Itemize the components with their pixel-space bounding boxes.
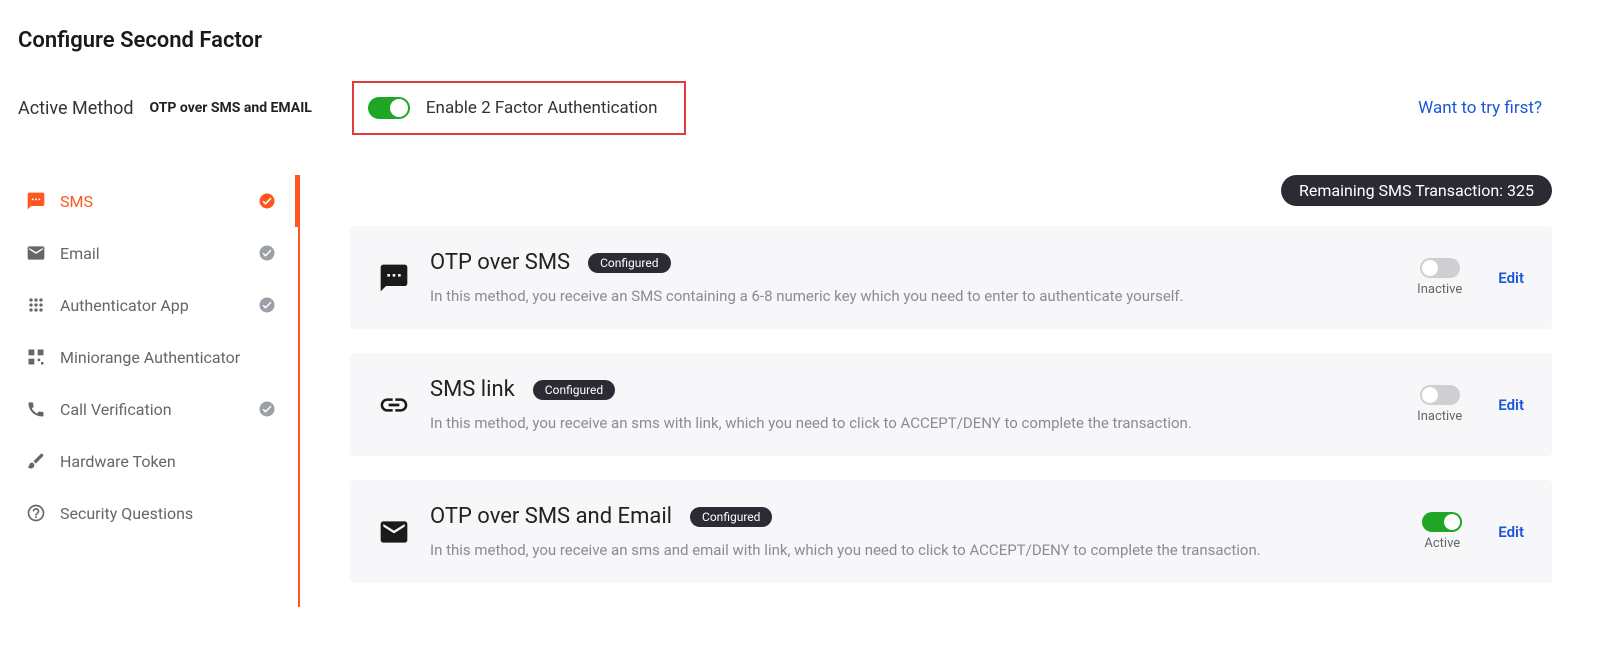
- sidebar-item-hardware[interactable]: Hardware Token: [0, 435, 288, 487]
- sidebar-item-label: Call Verification: [60, 400, 172, 419]
- sidebar-item-call[interactable]: Call Verification: [0, 383, 288, 435]
- enable-2fa-toggle[interactable]: [368, 97, 410, 119]
- card-description: In this method, you receive an SMS conta…: [430, 287, 1389, 305]
- sidebar-item-sms[interactable]: SMS: [0, 175, 288, 227]
- sidebar-item-email[interactable]: Email: [0, 227, 288, 279]
- configured-badge: Configured: [533, 380, 615, 400]
- configured-badge: Configured: [690, 507, 772, 527]
- sidebar-item-security-questions[interactable]: Security Questions: [0, 487, 288, 539]
- main-content: Remaining SMS Transaction: 325 OTP over …: [300, 175, 1602, 607]
- sidebar-item-authenticator-app[interactable]: Authenticator App: [0, 279, 288, 331]
- method-toggle[interactable]: [1420, 385, 1460, 405]
- sidebar-item-miniorange[interactable]: Miniorange Authenticator: [0, 331, 288, 383]
- check-icon: [258, 400, 276, 418]
- active-method-label: Active Method: [18, 98, 134, 119]
- method-toggle[interactable]: [1420, 258, 1460, 278]
- sidebar-item-label: Security Questions: [60, 504, 193, 523]
- card-description: In this method, you receive an sms with …: [430, 414, 1389, 432]
- toggle-status: Inactive: [1417, 282, 1462, 297]
- check-icon: [258, 244, 276, 262]
- method-card-sms-link: SMS link Configured In this method, you …: [350, 353, 1552, 456]
- toggle-status: Inactive: [1417, 409, 1462, 424]
- sidebar-item-label: Authenticator App: [60, 296, 189, 315]
- apps-icon: [26, 295, 46, 315]
- sidebar-item-label: Miniorange Authenticator: [60, 348, 240, 367]
- link-icon: [378, 389, 410, 421]
- edit-link[interactable]: Edit: [1498, 396, 1524, 414]
- remaining-sms-badge: Remaining SMS Transaction: 325: [1281, 175, 1552, 206]
- page-title: Configure Second Factor: [0, 0, 1602, 53]
- qr-icon: [26, 347, 46, 367]
- card-description: In this method, you receive an sms and e…: [430, 541, 1394, 559]
- toggle-status: Active: [1424, 536, 1460, 551]
- sidebar-item-label: Hardware Token: [60, 452, 176, 471]
- method-card-otp-sms-email: OTP over SMS and Email Configured In thi…: [350, 480, 1552, 583]
- question-icon: [26, 503, 46, 523]
- method-card-otp-sms: OTP over SMS Configured In this method, …: [350, 226, 1552, 329]
- card-title: OTP over SMS: [430, 250, 570, 275]
- sms-icon: [378, 262, 410, 294]
- card-title: SMS link: [430, 377, 515, 402]
- check-icon: [258, 296, 276, 314]
- method-toggle[interactable]: [1422, 512, 1462, 532]
- configured-badge: Configured: [588, 253, 670, 273]
- sidebar-item-label: SMS: [60, 192, 93, 211]
- top-row: Active Method OTP over SMS and EMAIL Ena…: [0, 53, 1602, 135]
- check-icon: [258, 192, 276, 210]
- sms-icon: [26, 191, 46, 211]
- want-to-try-link[interactable]: Want to try first?: [1418, 98, 1542, 118]
- hardware-icon: [26, 451, 46, 471]
- email-icon: [26, 243, 46, 263]
- call-icon: [26, 399, 46, 419]
- enable-2fa-box: Enable 2 Factor Authentication: [352, 81, 686, 135]
- enable-2fa-label: Enable 2 Factor Authentication: [426, 98, 658, 118]
- sidebar-item-label: Email: [60, 244, 100, 263]
- edit-link[interactable]: Edit: [1498, 269, 1524, 287]
- card-title: OTP over SMS and Email: [430, 504, 672, 529]
- active-method-value: OTP over SMS and EMAIL: [150, 100, 312, 116]
- sidebar: SMS Email Authenticator App: [0, 175, 300, 607]
- email-icon: [378, 516, 410, 548]
- edit-link[interactable]: Edit: [1498, 523, 1524, 541]
